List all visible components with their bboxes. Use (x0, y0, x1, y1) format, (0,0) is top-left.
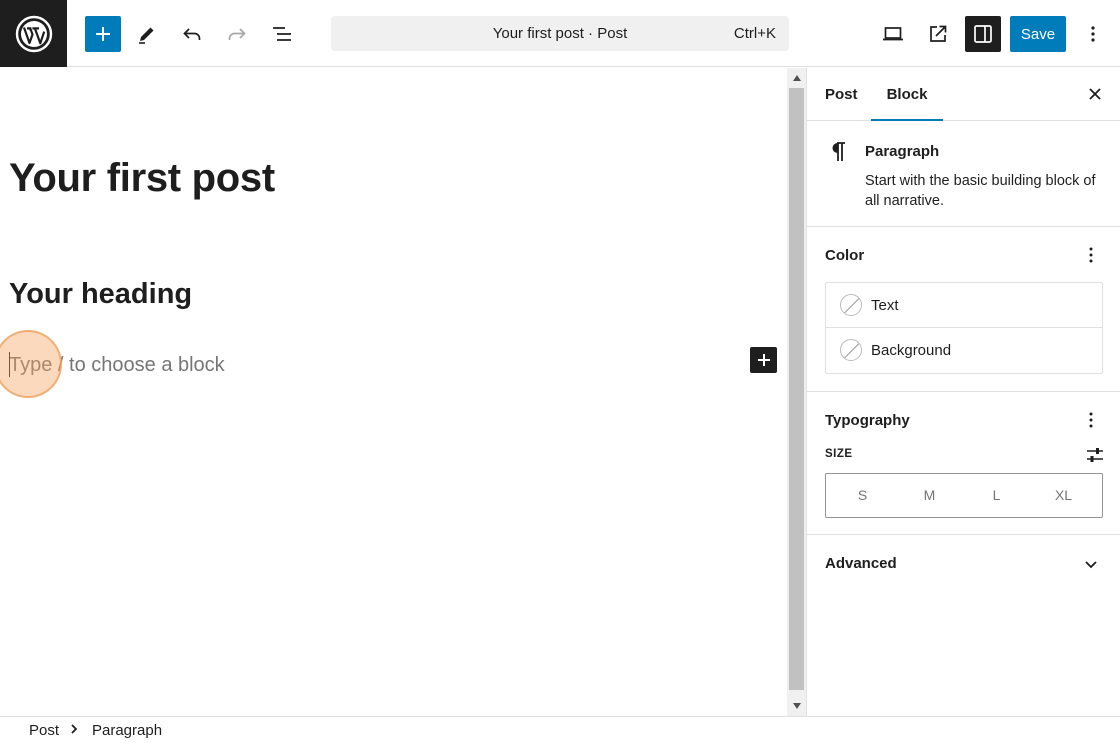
kebab-icon (1089, 412, 1093, 428)
font-size-option-xl[interactable]: XL (1030, 474, 1097, 517)
preview-button[interactable] (875, 16, 911, 52)
scrollbar-thumb[interactable] (789, 88, 804, 690)
scroll-up-arrow[interactable] (787, 68, 806, 88)
typography-panel-title: Typography (825, 412, 910, 429)
triangle-up-icon (792, 75, 801, 81)
post-title[interactable]: Your first post (9, 156, 275, 201)
block-card: Paragraph Start with the basic building … (807, 121, 1120, 227)
typography-options-button[interactable] (1079, 408, 1103, 432)
editor-header: Your first post · Post Ctrl+K Save (0, 0, 1120, 67)
font-size-option-l[interactable]: L (963, 474, 1030, 517)
empty-swatch-icon (840, 294, 862, 316)
tab-post[interactable]: Post (825, 68, 858, 121)
view-post-button[interactable] (920, 16, 956, 52)
color-item-label: Background (871, 342, 952, 359)
block-breadcrumb: Post Paragraph (0, 716, 1120, 743)
font-size-option-m[interactable]: M (896, 474, 963, 517)
sidebar-toggle-icon (974, 25, 992, 43)
color-options-button[interactable] (1079, 243, 1103, 267)
typography-panel: Typography SIZE S M L XL (807, 392, 1120, 535)
list-view-icon (273, 27, 291, 41)
color-panel: Color Text Background (807, 227, 1120, 392)
color-item-background[interactable]: Background (826, 328, 1102, 373)
scroll-down-arrow[interactable] (787, 696, 806, 716)
command-palette-button[interactable]: Your first post · Post Ctrl+K (331, 16, 789, 51)
desktop-icon (883, 27, 903, 41)
redo-button[interactable] (219, 16, 255, 52)
settings-sidebar: Post Block Paragraph Start with the basi… (806, 68, 1120, 716)
custom-size-button[interactable] (1083, 443, 1107, 467)
kebab-icon (1089, 247, 1093, 263)
editor-canvas[interactable]: Your first post Your heading Type / to c… (0, 68, 787, 716)
advanced-panel-title: Advanced (825, 555, 897, 572)
color-item-label: Text (871, 297, 899, 314)
font-size-toggle-group: S M L XL (825, 473, 1103, 518)
settings-sliders-icon (1087, 448, 1103, 462)
settings-toggle-button[interactable] (965, 16, 1001, 52)
breadcrumb-item-paragraph[interactable]: Paragraph (92, 722, 162, 739)
block-inserter-button[interactable] (85, 16, 121, 52)
empty-swatch-icon (840, 339, 862, 361)
breadcrumb-item-post[interactable]: Post (29, 722, 59, 739)
document-title: Your first post · Post (492, 25, 628, 42)
triangle-down-icon (792, 703, 801, 709)
keyboard-shortcut-hint: Ctrl+K (733, 25, 776, 42)
close-icon (1089, 88, 1101, 100)
font-size-label: SIZE (825, 448, 853, 460)
font-size-option-s[interactable]: S (829, 474, 896, 517)
pencil-icon (139, 27, 154, 44)
advanced-toggle[interactable] (1079, 552, 1103, 576)
tools-button[interactable] (129, 16, 165, 52)
undo-icon (183, 28, 201, 40)
close-sidebar-button[interactable] (1083, 82, 1107, 106)
options-menu-button[interactable] (1075, 16, 1111, 52)
color-panel-title: Color (825, 247, 865, 264)
wordpress-icon (15, 15, 52, 52)
block-name: Paragraph (865, 143, 940, 160)
wordpress-logo-button[interactable] (0, 0, 67, 67)
breadcrumb-separator-icon (70, 721, 78, 741)
kebab-icon (1091, 26, 1095, 42)
sidebar-tabs: Post Block (807, 68, 1120, 121)
paragraph-icon (832, 142, 845, 161)
add-block-button[interactable] (750, 347, 777, 373)
click-indicator (0, 330, 62, 398)
tab-block[interactable]: Block (871, 68, 943, 121)
chevron-down-icon (1085, 561, 1097, 569)
block-description: Start with the basic building block of a… (865, 173, 1096, 209)
external-link-icon (930, 25, 947, 42)
plus-icon (96, 27, 110, 41)
list-view-button[interactable] (264, 16, 300, 52)
color-item-text[interactable]: Text (826, 283, 1102, 328)
canvas-scrollbar[interactable] (787, 68, 806, 716)
advanced-panel[interactable]: Advanced (807, 535, 1120, 593)
color-settings-list: Text Background (825, 282, 1103, 374)
heading-block[interactable]: Your heading (9, 278, 192, 311)
save-button[interactable]: Save (1010, 16, 1066, 52)
redo-icon (228, 28, 246, 40)
undo-button[interactable] (174, 16, 210, 52)
plus-icon (757, 354, 770, 366)
